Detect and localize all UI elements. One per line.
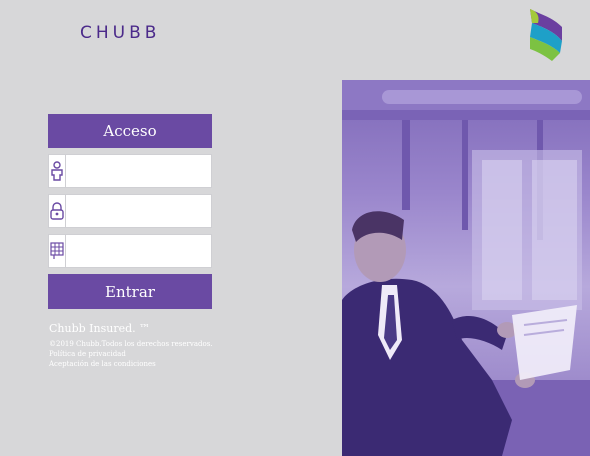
keypad-icon [49,235,66,267]
user-icon [49,155,66,187]
keypad-input[interactable] [66,235,228,267]
login-panel: Acceso Entrar [48,114,228,309]
lock-icon [49,195,66,227]
login-submit-button[interactable]: Entrar [48,274,212,309]
footer: Chubb Insured. ™ ©2019 Chubb.Todos los d… [49,322,213,369]
terms-link[interactable]: Aceptación de las condiciones [49,360,156,368]
footer-copyright: ©2019 Chubb.Todos los derechos reservado… [49,340,213,348]
password-field [48,194,228,228]
privacy-policy-link[interactable]: Política de privacidad [49,350,126,358]
username-field [48,154,228,188]
brand-logo: CHUBB [80,23,161,43]
footer-tagline: Chubb Insured. ™ [49,322,151,335]
login-title: Acceso [48,114,212,148]
username-input[interactable] [66,155,228,187]
brand-mark-icon [530,9,562,61]
hero-photo [342,80,590,456]
password-input[interactable] [66,195,228,227]
keypad-field [48,234,228,268]
